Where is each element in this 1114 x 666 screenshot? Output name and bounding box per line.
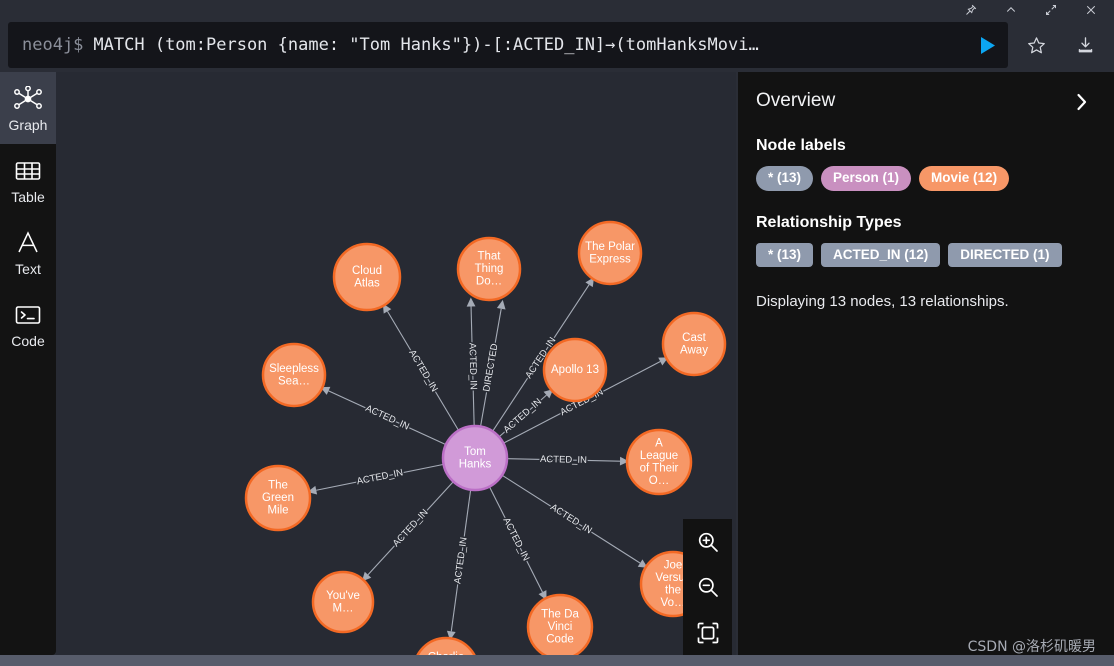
relationship-acted_in[interactable]: ACTED_INACTED_IN <box>506 452 630 467</box>
editor-action-bar <box>1012 22 1110 68</box>
node-label-chip-0[interactable]: * (13) <box>756 166 814 191</box>
zoom-in-icon[interactable] <box>693 527 723 557</box>
query-input[interactable]: MATCH (tom:Person {name: "Tom Hanks"})-[… <box>93 35 972 55</box>
download-icon[interactable] <box>1075 34 1097 56</box>
sidebar-item-text[interactable]: Text <box>0 216 56 288</box>
node-label-chip-2[interactable]: Movie (12) <box>919 166 1010 191</box>
graph-node-green[interactable]: TheGreenMile <box>244 464 312 532</box>
chevron-right-icon[interactable] <box>1071 90 1092 114</box>
query-editor[interactable]: neo4j$ MATCH (tom:Person {name: "Tom Han… <box>8 22 1008 68</box>
graph-node-apollo[interactable]: Apollo 13 <box>542 337 608 403</box>
neo4j-browser-window: neo4j$ MATCH (tom:Person {name: "Tom Han… <box>0 0 1114 666</box>
sidebar-item-code[interactable]: Code <box>0 288 56 360</box>
table-icon <box>15 156 41 186</box>
relationship-acted_in[interactable]: ACTED_INACTED_IN <box>320 386 447 446</box>
sidebar-item-table-label: Table <box>11 189 45 205</box>
zoom-out-icon[interactable] <box>693 572 723 602</box>
relationship-acted_in[interactable]: ACTED_INACTED_IN <box>488 486 547 601</box>
run-query-button[interactable] <box>972 36 1002 55</box>
relationship-acted_in[interactable]: ACTED_INACTED_IN <box>382 303 460 431</box>
graph-node-thatthing[interactable]: ThatThingDo… <box>456 236 522 302</box>
sidebar-item-graph[interactable]: Graph <box>0 72 56 144</box>
watermark: CSDN @洛杉矶暖男 <box>967 639 1096 655</box>
graph-zoom-controls <box>683 519 732 655</box>
relationship-acted_in[interactable]: ACTED_INACTED_IN <box>465 297 480 427</box>
node-label-chip-1[interactable]: Person (1) <box>821 166 912 191</box>
bottom-bar <box>0 655 1114 666</box>
text-icon <box>15 228 41 258</box>
graph-visualization[interactable]: ACTED_INACTED_IN ACTED_INACTED_IN DIRECTED… <box>56 72 736 655</box>
relationship-type-chip-1[interactable]: ACTED_IN (12) <box>821 242 941 268</box>
relationship-acted_in[interactable]: ACTED_INACTED_IN <box>307 463 444 495</box>
relationship-acted_in[interactable]: ACTED_INACTED_IN <box>361 481 454 582</box>
editor-prompt: neo4j$ <box>22 35 84 55</box>
sidebar-item-code-label: Code <box>11 333 45 349</box>
relationship-acted_in[interactable]: ACTED_INACTED_IN <box>498 389 554 438</box>
graph-canvas[interactable]: ACTED_IN ACTED_IN ACTED_IN ACTED_IN DIRECTED… <box>56 72 736 655</box>
relationship-type-chip-2[interactable]: DIRECTED (1) <box>948 242 1062 268</box>
graph-node-youve[interactable]: You'veM… <box>311 570 375 634</box>
overview-panel-header: Overview <box>756 90 1092 114</box>
overview-panel: Overview Node labels * (13) Person (1) Mov… <box>738 72 1114 655</box>
graph-node-tom[interactable]: TomHanks <box>441 424 509 492</box>
minimize-icon[interactable] <box>1004 3 1018 17</box>
node-labels-heading: Node labels <box>756 137 846 154</box>
graph-node-sleepless[interactable]: SleeplessSea… <box>261 342 327 408</box>
favorite-star-icon[interactable] <box>1026 34 1048 56</box>
graph-icon <box>13 84 43 114</box>
node-layer: TomHanks CloudAtlas ThatThingDo… The PolarE… <box>244 220 727 655</box>
sidebar-item-text-label: Text <box>15 261 41 277</box>
view-sidebar: Graph Table Text Code <box>0 72 56 655</box>
node-label-chip-list: * (13) Person (1) Movie (12) <box>756 166 1092 191</box>
relationship-types-heading: Relationship Types <box>756 213 902 231</box>
relationship-type-chip-list: * (13) ACTED_IN (12) DIRECTED (1) <box>756 242 1092 268</box>
graph-node-league[interactable]: ALeagueof TheirO… <box>625 428 693 496</box>
panel-title: Overview <box>756 90 836 111</box>
graph-node-cast[interactable]: CastAway <box>661 311 727 377</box>
pin-icon[interactable] <box>964 3 978 17</box>
restore-icon[interactable] <box>1044 3 1058 17</box>
sidebar-item-graph-label: Graph <box>8 117 48 133</box>
close-icon[interactable] <box>1084 3 1098 17</box>
window-titlebar <box>0 0 1114 20</box>
relationship-directed[interactable]: DIRECTEDDIRECTED <box>480 299 506 427</box>
relationship-type-chip-0[interactable]: * (13) <box>756 242 814 268</box>
graph-node-cloud[interactable]: CloudAtlas <box>332 242 402 312</box>
result-summary: Displaying 13 nodes, 13 relationships. <box>756 293 1009 311</box>
graph-node-polar[interactable]: The PolarExpress <box>577 220 643 286</box>
code-icon <box>15 300 41 330</box>
relationship-acted_in[interactable]: ACTED_INACTED_IN <box>446 489 472 641</box>
sidebar-item-table[interactable]: Table <box>0 144 56 216</box>
